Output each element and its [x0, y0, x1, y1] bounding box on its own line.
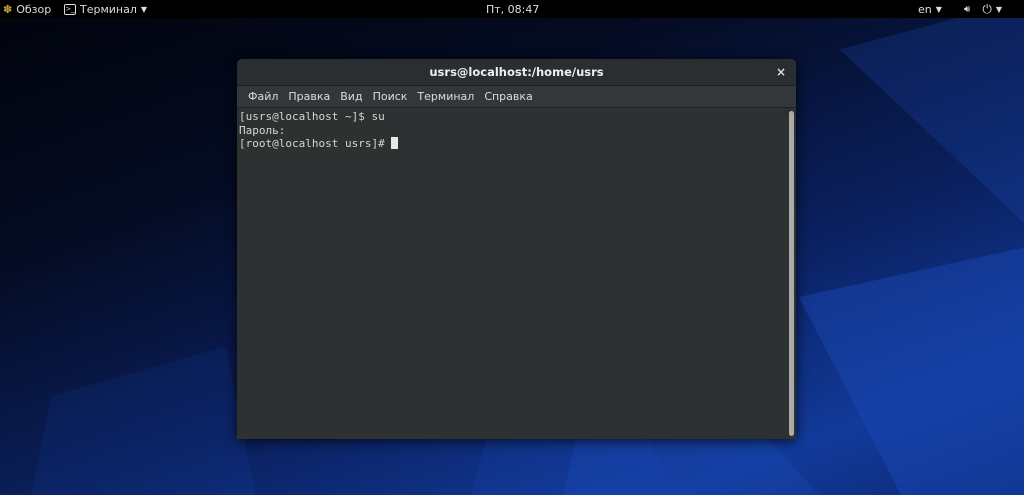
text-cursor [391, 137, 399, 149]
terminal-line: [usrs@localhost ~]$ su [239, 110, 385, 123]
scrollbar[interactable] [789, 111, 794, 436]
close-icon[interactable]: × [776, 65, 786, 79]
app-menu-button[interactable]: >_ Терминал ▼ [64, 0, 147, 18]
terminal-prompt-line: [root@localhost usrs]# [239, 137, 794, 151]
activities-icon: ✽ [3, 2, 13, 16]
menu-view[interactable]: Вид [335, 90, 367, 103]
terminal-line: Пароль: [239, 123, 286, 137]
overview-label: Обзор [16, 2, 52, 16]
volume-icon: 🔊︎ [964, 3, 971, 15]
menu-search[interactable]: Поиск [368, 90, 413, 103]
terminal-prompt: [root@localhost usrs]# [239, 137, 392, 150]
top-bar: ✽ Обзор >_ Терминал ▼ Пт, 08:47 en ▼ 🔊︎ … [0, 0, 1024, 18]
language-label: en [918, 2, 932, 16]
terminal-icon: >_ [64, 3, 76, 15]
menu-terminal[interactable]: Терминал [412, 90, 479, 103]
chevron-down-icon: ▼ [995, 4, 1002, 14]
overview-button[interactable]: ✽ Обзор [3, 0, 51, 18]
menu-help[interactable]: Справка [479, 90, 537, 103]
window-title: usrs@localhost:/home/usrs [429, 65, 604, 79]
chevron-down-icon: ▼ [140, 4, 148, 14]
chevron-down-icon: ▼ [935, 4, 942, 14]
menu-bar: Файл Правка Вид Поиск Терминал Справка [237, 86, 796, 108]
app-menu-label: Терминал [80, 2, 137, 16]
terminal-area[interactable]: [usrs@localhost ~]$ su Пароль: [root@loc… [237, 109, 796, 439]
power-icon: ⏻ [982, 1, 992, 16]
terminal-window: usrs@localhost:/home/usrs × Файл Правка … [237, 59, 796, 439]
title-bar[interactable]: usrs@localhost:/home/usrs × [237, 59, 796, 86]
system-menu[interactable]: 🔊︎ ⏻ ▼ [964, 0, 1002, 18]
menu-file[interactable]: Файл [243, 90, 283, 103]
clock[interactable]: Пт, 08:47 [486, 0, 539, 18]
menu-edit[interactable]: Правка [283, 90, 335, 103]
clock-label: Пт, 08:47 [486, 2, 540, 16]
language-selector[interactable]: en ▼ [918, 0, 942, 18]
